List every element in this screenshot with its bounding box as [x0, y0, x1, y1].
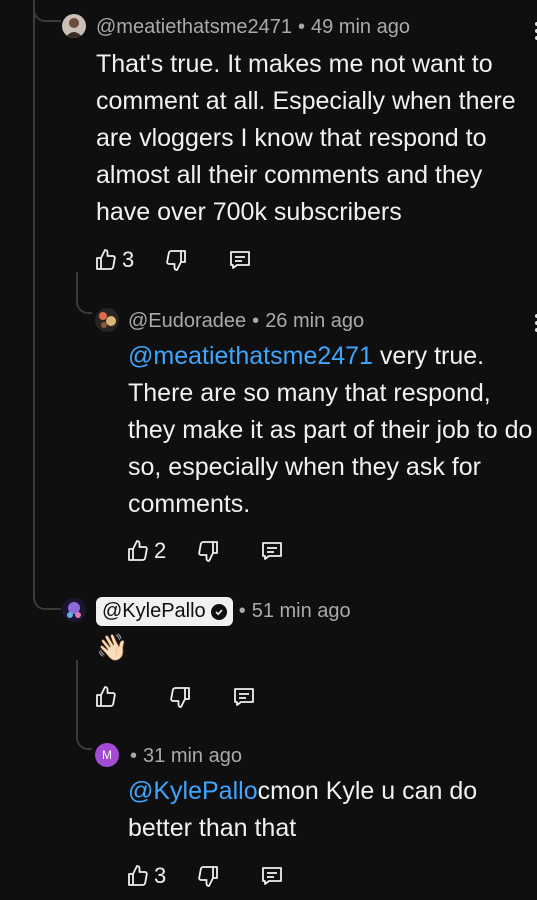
comment-emoji: 👋🏻 — [96, 632, 129, 662]
like-button[interactable]: 3 — [126, 863, 166, 889]
comment-text: @meatiethatsme2471 very true. There are … — [128, 338, 536, 523]
avatar[interactable]: M — [95, 743, 119, 767]
separator: • — [297, 16, 305, 38]
reply-comment-icon — [262, 867, 283, 885]
timestamp[interactable]: 31 min ago — [143, 745, 242, 768]
reply-button[interactable] — [232, 685, 256, 709]
comment-actions: 2 — [126, 536, 284, 566]
comment-meta: @meatiethatsme2471 • 49 min ago — [96, 16, 410, 39]
thread-line-main — [33, 0, 35, 600]
avatar-letter: M — [102, 748, 112, 762]
reply-button[interactable] — [228, 248, 252, 272]
dislike-button[interactable] — [164, 248, 188, 272]
thread-connector — [33, 590, 61, 610]
like-count: 3 — [154, 863, 167, 888]
author-handle: @KylePallo — [102, 600, 206, 622]
comment-text: @KylePallocmon Kyle u can do better than… — [128, 773, 528, 847]
dislike-button[interactable] — [196, 539, 220, 563]
thumbs-up-icon — [96, 686, 116, 707]
comment-meta: @KylePallo • 51 min ago — [96, 597, 351, 626]
verified-check-icon — [210, 603, 227, 620]
like-button[interactable] — [94, 685, 118, 709]
avatar[interactable] — [62, 14, 86, 38]
reply-comment-icon — [262, 542, 283, 560]
reply-comment-icon — [230, 251, 251, 269]
like-button[interactable]: 2 — [126, 538, 166, 564]
like-count: 3 — [122, 247, 135, 272]
like-count: 2 — [154, 538, 167, 563]
author-handle[interactable]: @meatiethatsme2471 — [96, 16, 292, 39]
creator-handle-chip[interactable]: @KylePallo — [96, 597, 233, 626]
like-button[interactable]: 3 — [94, 247, 134, 273]
timestamp[interactable]: 51 min ago — [252, 600, 351, 623]
reply-button[interactable] — [260, 864, 284, 888]
comment-actions — [94, 682, 256, 712]
separator: • — [130, 745, 138, 767]
thumbs-up-icon — [128, 865, 148, 886]
thumbs-down-icon — [198, 866, 219, 887]
author-handle[interactable]: @Eudoradee — [128, 310, 246, 333]
thumbs-down-icon — [170, 687, 190, 708]
dislike-button[interactable] — [196, 864, 220, 888]
comment-actions: 3 — [126, 861, 284, 891]
avatar[interactable] — [95, 308, 119, 332]
thumbs-down-icon — [198, 541, 219, 562]
thumbs-up-icon — [128, 540, 148, 561]
mention-link[interactable]: @KylePallo — [128, 777, 258, 805]
thread-connector — [33, 0, 61, 22]
mention-link[interactable]: @meatiethatsme2471 — [128, 342, 373, 370]
avatar[interactable] — [62, 598, 86, 622]
reply-comment-icon — [234, 688, 254, 706]
thread-connector — [76, 290, 92, 314]
comment-text: That's true. It makes me not want to com… — [96, 46, 536, 231]
thumbs-down-icon — [166, 250, 187, 271]
comment-actions: 3 — [94, 245, 252, 275]
separator: • — [238, 600, 246, 622]
thumbs-up-icon — [96, 249, 116, 270]
comment-meta: @Eudoradee • 26 min ago — [128, 310, 364, 333]
timestamp[interactable]: 26 min ago — [265, 310, 364, 333]
comment-meta: • 31 min ago — [130, 745, 242, 768]
comment-body: That's true. It makes me not want to com… — [96, 50, 516, 226]
separator: • — [252, 310, 260, 332]
dislike-button[interactable] — [168, 685, 192, 709]
thread-connector — [76, 728, 92, 750]
timestamp[interactable]: 49 min ago — [311, 16, 410, 39]
reply-button[interactable] — [260, 539, 284, 563]
